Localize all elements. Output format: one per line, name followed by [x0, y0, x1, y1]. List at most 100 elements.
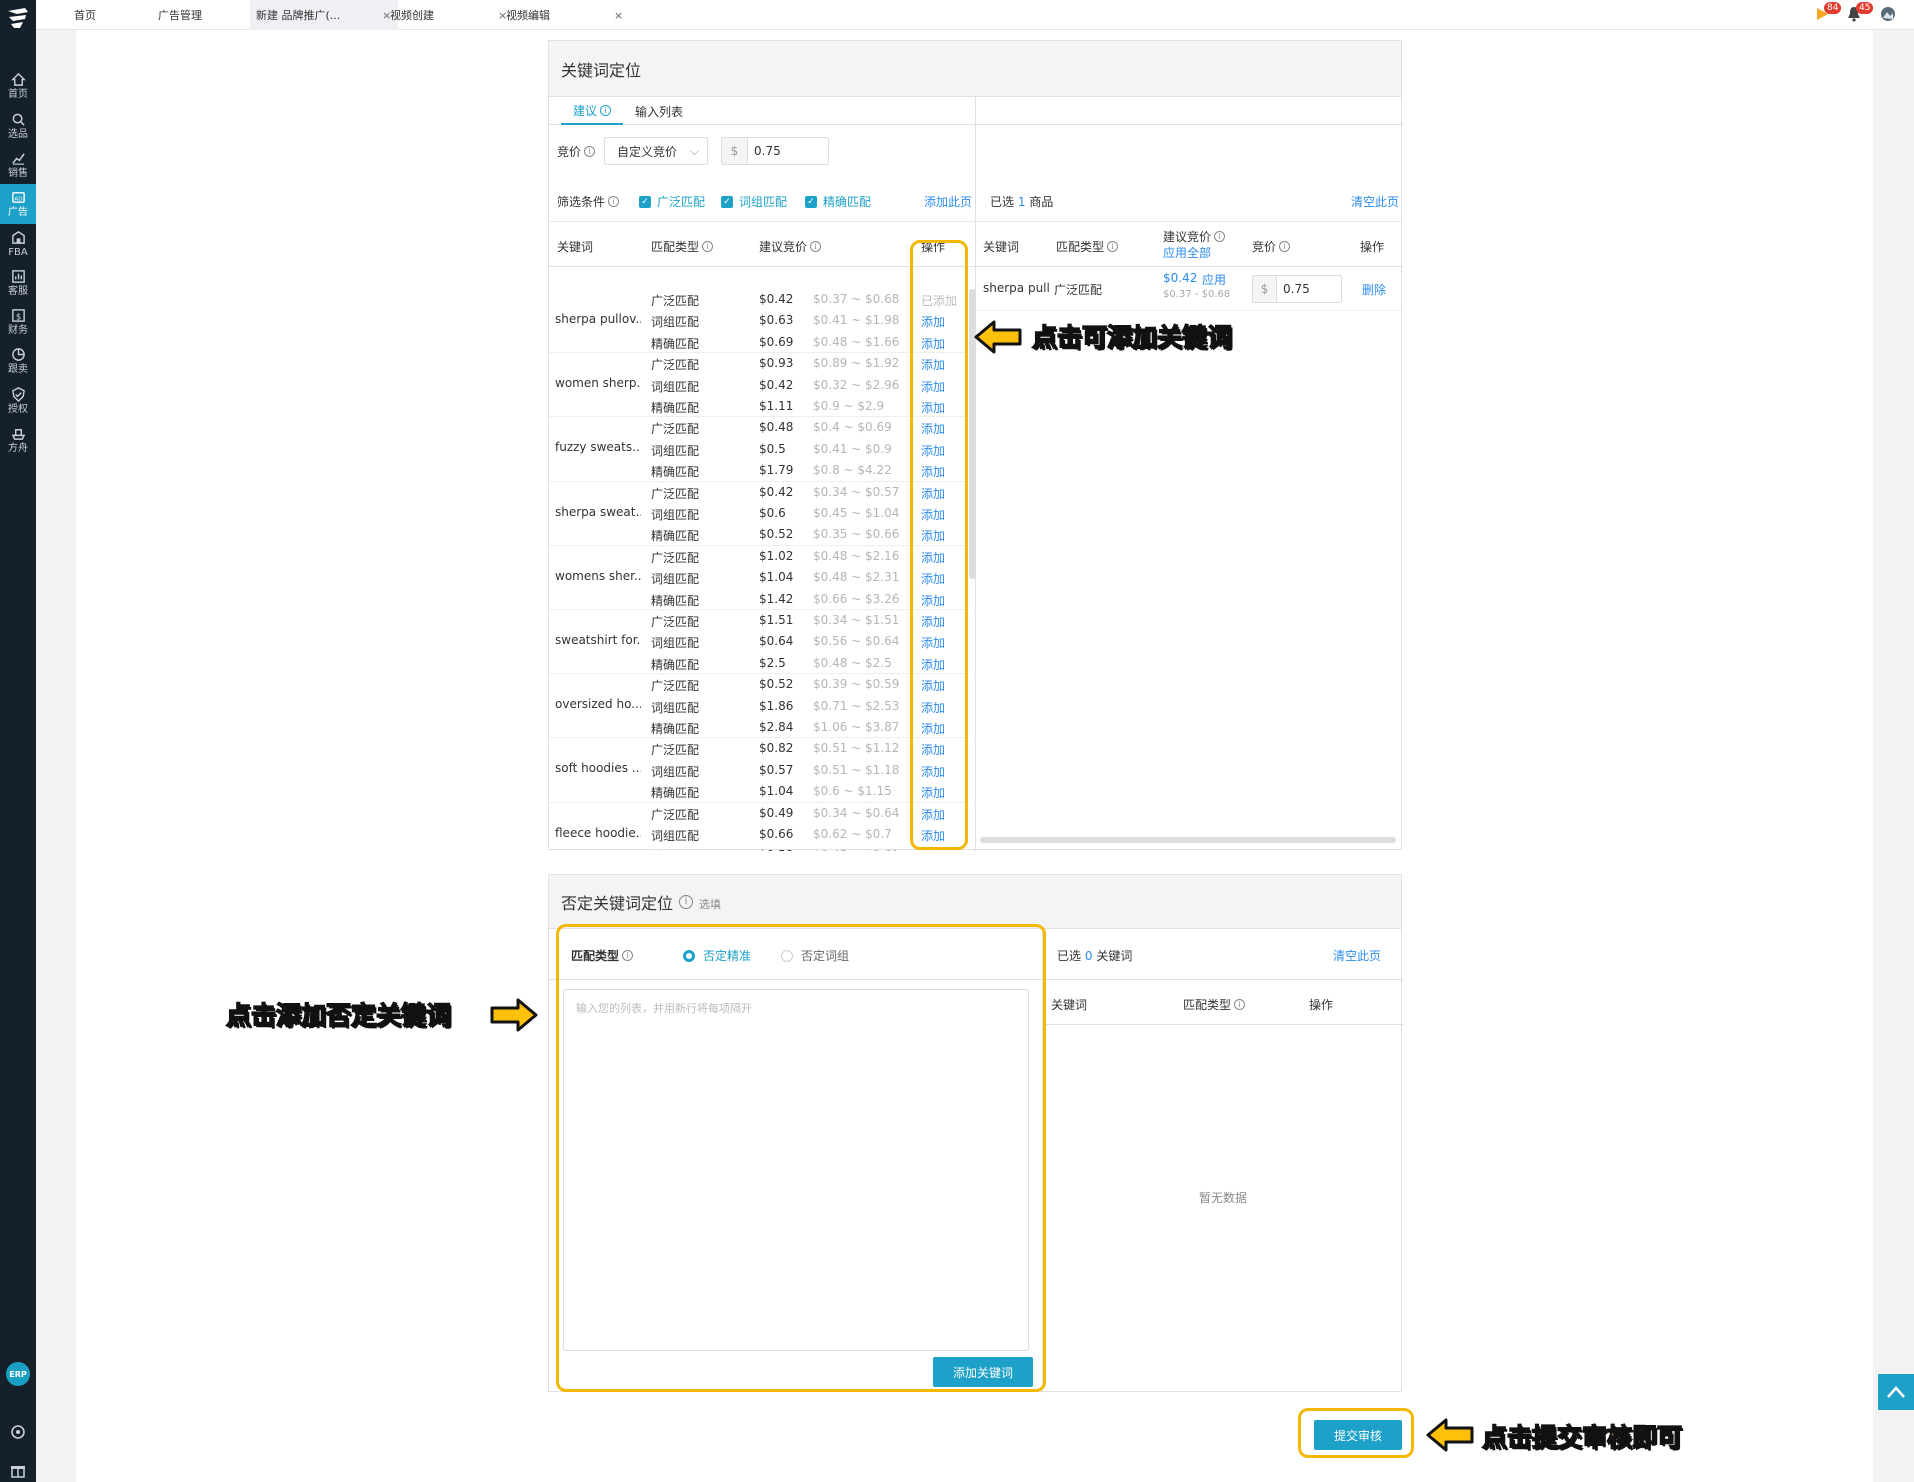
info-icon: i [679, 894, 694, 909]
col-match-label: 匹配类型 [1183, 998, 1232, 1012]
filter-broad[interactable]: ✓ 广泛匹配 [639, 193, 705, 210]
sidebar-item-label: 客服 [8, 285, 28, 297]
settings-icon[interactable] [10, 1424, 26, 1440]
bid-range: $0.48 ~ $2.31 [813, 570, 900, 585]
bid-range: $0.37 ~ $0.68 [813, 292, 900, 306]
flag-button[interactable]: 84 [1814, 2, 1842, 22]
scroll-top-button[interactable] [1878, 1374, 1914, 1410]
suggested-bid: $0.52 [759, 527, 794, 542]
bid-range: $0.41 ~ $1.98 [813, 313, 900, 328]
apply-all-link[interactable]: 应用全部 [1163, 244, 1211, 261]
bid-range: $0.62 ~ $0.7 [813, 826, 892, 841]
info-icon: i [702, 241, 714, 252]
suggested-bid: $0.64 [759, 634, 794, 649]
scrollbar[interactable] [980, 837, 1396, 843]
annotation-add-negative: 点击添加否定关键词 [225, 1000, 452, 1031]
suggested-bid: $0.63 [759, 313, 794, 328]
keyword-group: fuzzy sweats... 广泛匹配 $0.48 $0.4 ~ $0.69 添加 词组… [549, 417, 969, 482]
notification-button[interactable]: 45 [1846, 2, 1874, 22]
suggested-bid: $0.58 [759, 848, 793, 851]
checkbox-checked-icon: ✓ [721, 195, 733, 208]
bid-range: $0.48 ~ $1.66 [813, 334, 900, 349]
filter-exact[interactable]: ✓ 精确匹配 [805, 193, 871, 210]
suggested-bid: $2.5 [759, 655, 786, 670]
bid-range: $0.51 ~ $1.18 [813, 762, 900, 777]
chevron-down-icon: ⌵ [689, 144, 699, 158]
tab-video-edit[interactable]: 视频编辑 × [506, 0, 626, 30]
negative-table-header: 关键词 匹配类型 i 操作 [1043, 979, 1403, 1025]
tab-suggest[interactable]: 建议 i [561, 97, 623, 125]
sidebar-item-3[interactable]: AD 广告 [0, 184, 36, 224]
col-bid-label: 建议竞价 [1163, 230, 1212, 244]
delete-link[interactable]: 删除 [1362, 281, 1386, 298]
table-row: 词组匹配 $0.66 $0.62 ~ $0.7 添加 [549, 824, 969, 845]
gift-icon[interactable] [10, 1462, 26, 1478]
shield-icon [11, 386, 25, 402]
suggested-bid: $1.11 [759, 398, 794, 413]
apply-link[interactable]: 应用 [1202, 271, 1226, 288]
sidebar-item-7[interactable]: 跟卖 [0, 341, 36, 381]
table-row: 词组匹配 $0.42 $0.32 ~ $2.96 添加 [549, 375, 969, 396]
sidebar-item-label: 销售 [8, 167, 28, 179]
tab-input-list[interactable]: 输入列表 [635, 97, 683, 125]
bid-range: $0.48 ~ $2.16 [813, 548, 900, 563]
bell-count-badge: 45 [1856, 2, 1874, 14]
keyword-group: womens sher... 广泛匹配 $1.02 $0.48 ~ $2.16 添加 词组… [549, 546, 969, 610]
table-row: 精确匹配 $1.04 $0.6 ~ $1.15 添加 [549, 781, 969, 802]
tab-video-create[interactable]: 视频创建 × [390, 0, 510, 30]
table-row: 广泛匹配 $1.51 $0.34 ~ $1.51 添加 [549, 610, 969, 631]
col-bid: 建议竞价 i [759, 238, 822, 255]
info-icon: i [584, 145, 596, 157]
suggested-bid: $0.42 [759, 377, 794, 392]
match-type: 精确匹配 [651, 593, 700, 608]
dollar-icon: $ [11, 308, 25, 322]
sidebar-item-5[interactable]: 客服 [0, 263, 36, 303]
sidebar-item-0[interactable]: 首页 [0, 66, 36, 106]
bid-range: $0.51 ~ $1.12 [813, 741, 900, 756]
table-row: 广泛匹配 $0.42 $0.37 ~ $0.68 已添加 [549, 289, 969, 310]
tab-new-brand-promo[interactable]: 新建 品牌推广(... × [250, 0, 398, 30]
sidebar-item-6[interactable]: $ 财务 [0, 302, 36, 342]
col-action: 操作 [1309, 998, 1334, 1012]
suggested-bid: $0.42 [759, 292, 794, 306]
sidebar-item-label: 方舟 [8, 442, 28, 454]
clear-page-link[interactable]: 清空此页 [1333, 947, 1381, 964]
info-icon: i [600, 104, 611, 116]
sidebar-item-1[interactable]: 选品 [0, 106, 36, 146]
suggested-bid: $1.79 [759, 463, 794, 478]
report-icon [11, 269, 25, 283]
bid-range: $0.89 ~ $1.92 [813, 356, 900, 371]
bid-range: $0.66 ~ $3.26 [813, 591, 900, 606]
match-type: 广泛匹配 [651, 743, 700, 758]
col-match: 匹配类型 i [1056, 238, 1119, 255]
bid-input[interactable]: $ 0.75 [721, 137, 829, 165]
sidebar-item-2[interactable]: 销售 [0, 145, 36, 185]
match-type: 精确匹配 [651, 657, 700, 672]
keyword-group: sweatshirt for... 广泛匹配 $1.51 $0.34 ~ $1.51 添… [549, 610, 969, 675]
tab-home[interactable]: 首页 [74, 0, 96, 30]
close-icon[interactable]: × [614, 9, 623, 22]
sidebar-item-9[interactable]: 方舟 [0, 420, 36, 460]
selected-bid-input[interactable]: $ 0.75 [1252, 275, 1342, 303]
erp-badge[interactable]: ERP [6, 1362, 30, 1386]
col-keyword: 关键词 [557, 240, 594, 254]
sidebar-item-label: 选品 [8, 128, 28, 140]
suggested-bid: $0.66 [759, 826, 794, 841]
selected-keywords-column: 已选 1 商品 清空此页 关键词 匹配类型 i 建议竞价 i 应用全部 竞价 i 操作… [976, 97, 1403, 851]
bid-value: 0.75 [754, 144, 781, 158]
user-menu-button[interactable] [1880, 6, 1896, 22]
sidebar-item-8[interactable]: 授权 [0, 381, 36, 421]
match-type: 词组匹配 [651, 828, 700, 843]
empty-state: 暂无数据 [1198, 1190, 1247, 1205]
filter-exact-label: 精确匹配 [823, 195, 872, 209]
filter-phrase[interactable]: ✓ 词组匹配 [721, 193, 787, 210]
bid-type-select[interactable]: 自定义竞价 ⌵ [604, 137, 708, 165]
add-page-link[interactable]: 添加此页 [924, 193, 972, 210]
match-type: 精确匹配 [651, 529, 700, 544]
sidebar-item-4[interactable]: FBA [0, 224, 36, 264]
bid-range: $0.56 ~ $0.64 [813, 634, 900, 649]
match-type: 广泛匹配 [651, 486, 700, 501]
sidebar: 首页选品销售 AD 广告 FBA 客服 $ 财务 跟卖 授权方舟 ERP [0, 0, 36, 1482]
chevron-up-icon [1887, 1386, 1905, 1398]
clear-page-link[interactable]: 清空此页 [1351, 193, 1399, 210]
